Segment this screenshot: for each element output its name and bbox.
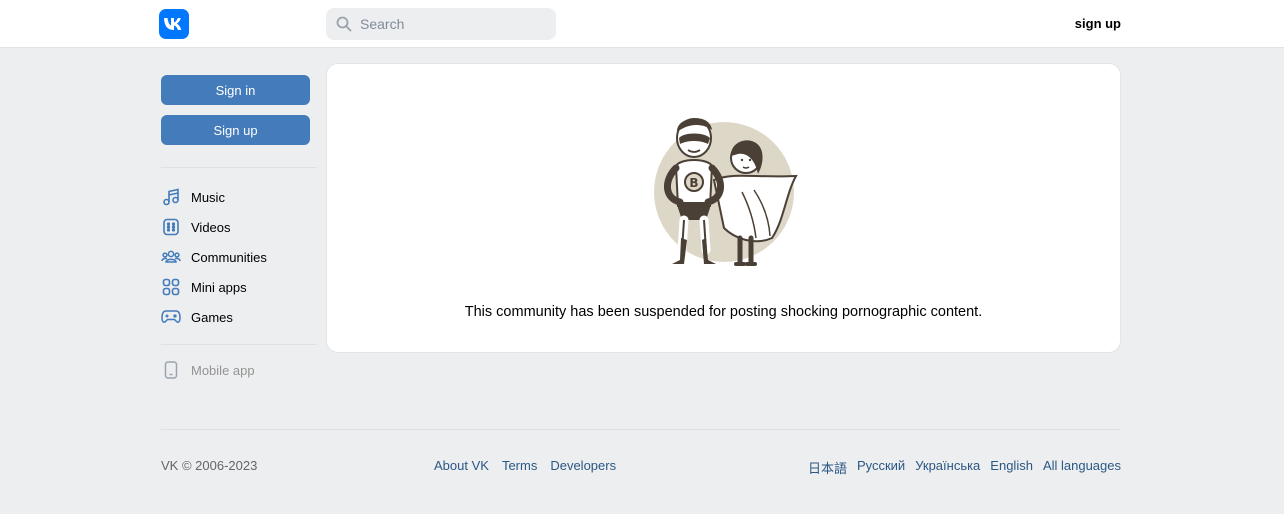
sign-up-button[interactable]: Sign up	[161, 115, 310, 145]
footer-link-terms[interactable]: Terms	[502, 458, 537, 473]
sidebar-item-communities[interactable]: Communities	[161, 242, 317, 272]
games-icon	[161, 307, 181, 327]
footer-copyright: VK © 2006-2023	[161, 458, 258, 473]
language-russian[interactable]: Русский	[857, 458, 905, 477]
top-header: sign up	[0, 0, 1284, 48]
sidebar-item-videos[interactable]: Videos	[161, 212, 317, 242]
language-japanese[interactable]: 日本語	[808, 458, 847, 477]
suspension-message: This community has been suspended for po…	[464, 304, 983, 320]
sidebar-item-music[interactable]: Music	[161, 182, 317, 212]
footer-link-developers[interactable]: Developers	[550, 458, 616, 473]
sidebar-item-games[interactable]: Games	[161, 302, 317, 332]
vk-logo-icon[interactable]	[159, 9, 189, 39]
mini-apps-icon	[161, 277, 181, 297]
header-signup-link[interactable]: sign up	[1075, 16, 1121, 31]
language-ukrainian[interactable]: Українська	[915, 458, 980, 477]
footer-link-about[interactable]: About VK	[434, 458, 489, 473]
videos-icon	[161, 217, 181, 237]
sidebar-item-label: Music	[191, 189, 225, 205]
language-all[interactable]: All languages	[1043, 458, 1121, 477]
communities-icon	[161, 247, 181, 267]
community-blocked-card: B This community has been suspended for …	[326, 63, 1121, 353]
sidebar-item-label: Videos	[191, 219, 231, 235]
sidebar-item-mobile-app[interactable]: Mobile app	[161, 355, 317, 385]
sidebar-divider	[161, 167, 317, 168]
footer-links: About VK Terms Developers	[434, 458, 616, 473]
music-icon	[161, 187, 181, 207]
superhero-couple-illustration: B	[654, 118, 798, 266]
search-icon	[336, 16, 352, 32]
sidebar-item-label: Mobile app	[191, 362, 255, 378]
sign-in-button[interactable]: Sign in	[161, 75, 310, 105]
sidebar-divider	[161, 344, 317, 345]
search-box[interactable]	[326, 8, 556, 40]
sidebar-item-label: Communities	[191, 249, 267, 265]
sidebar-item-mini-apps[interactable]: Mini apps	[161, 272, 317, 302]
mobile-phone-icon	[161, 360, 181, 380]
language-selector: 日本語 Русский Українська English All langu…	[808, 458, 1121, 477]
search-input[interactable]	[360, 8, 550, 40]
language-english[interactable]: English	[990, 458, 1033, 477]
sidebar-item-label: Games	[191, 309, 233, 325]
footer-divider	[161, 429, 1121, 430]
svg-text:B: B	[689, 176, 698, 190]
sidebar-item-label: Mini apps	[191, 279, 247, 295]
